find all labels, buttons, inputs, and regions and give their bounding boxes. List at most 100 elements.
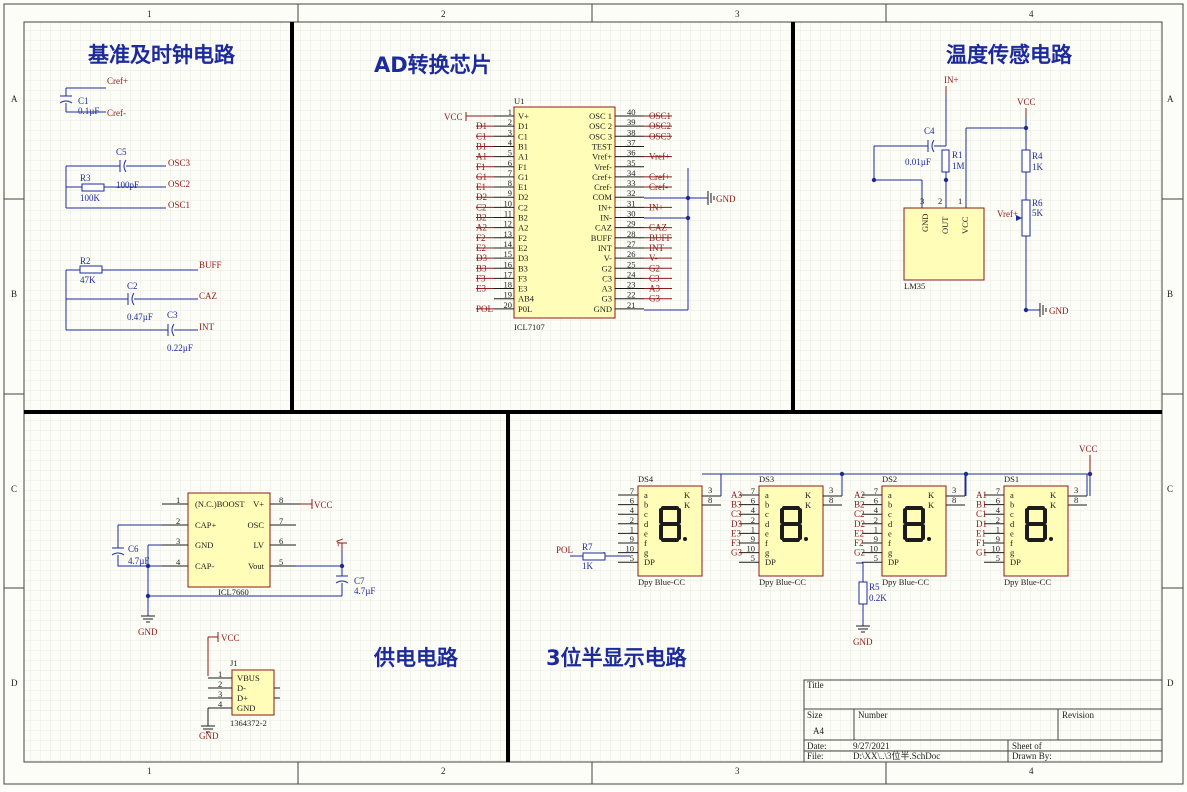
display-k-num: 8 [952, 495, 956, 505]
display-k: K [928, 490, 935, 500]
r1-designator: R1 [952, 150, 963, 160]
icl7660-pin-num: 3 [176, 536, 180, 546]
display-seg-name: a [1010, 490, 1014, 500]
display-net-label: B2 [854, 500, 865, 510]
display-pin-num: 6 [630, 496, 634, 506]
c7-value: 4.7µF [354, 586, 375, 596]
tb-file-value: D:\XX\..\3位半.SchDoc [853, 750, 940, 761]
display-seg-name: f [765, 538, 768, 548]
display-k-num: 3 [1074, 485, 1078, 495]
j1-pin-num: 2 [218, 679, 222, 689]
display-net-label: C3 [731, 509, 742, 519]
zone-row-left: A [11, 94, 18, 104]
tb-number-label: Number [858, 710, 888, 720]
tb-title-label: Title [807, 680, 824, 690]
u1-pin-name: E1 [518, 182, 527, 192]
title-adc: AD转换芯片 [374, 53, 492, 77]
j1-pin-num: 1 [218, 669, 222, 679]
display-net-label: E1 [976, 528, 986, 538]
display-seg-name: e [1010, 528, 1014, 538]
u1-pin-name: COM [593, 192, 613, 202]
display-seg-name: e [644, 528, 648, 538]
u1-pin-num: 34 [627, 168, 636, 178]
u1-pin-name: Cref+ [592, 172, 612, 182]
u1-right-pins: 40 OSC 1 OSC1 39 OSC 2 OSC2 38 OSC 3 OSC3 37 TEST 3… [589, 107, 672, 314]
display-k: K [1050, 500, 1057, 510]
u1-pin-name: CAZ [595, 223, 612, 233]
u1-pin-num: 14 [504, 239, 513, 249]
net-vcc-temp: VCC [1017, 97, 1036, 107]
display-pin-num: 1 [996, 524, 1000, 534]
zone-row-right: C [1167, 484, 1173, 494]
u1-net-label: E1 [476, 182, 486, 192]
u1-pin-num: 9 [508, 188, 512, 198]
display-net-label: G3 [731, 548, 742, 558]
title-temp: 温度传感电路 [946, 43, 1073, 67]
c3-designator: C3 [167, 310, 178, 320]
display-net-label: A3 [731, 490, 742, 500]
display-net-label: B1 [976, 500, 987, 510]
u1-pin-num: 13 [504, 229, 513, 239]
schematic-canvas: 11223344A AB BC CD D 基准及时钟电路 AD转换芯片 温度传感电路 供… [0, 0, 1187, 788]
display-k: K [805, 500, 812, 510]
icl7660-pin-num: 1 [176, 495, 180, 505]
display-pin-num: 5 [751, 553, 755, 563]
display-seg-name: e [765, 528, 769, 538]
lm35-pin-vcc: VCC [960, 216, 970, 234]
lm35-label: LM35 [904, 281, 925, 291]
u1-net-label: D1 [476, 121, 487, 131]
u1-pin-name: D1 [518, 121, 528, 131]
u1-pin-num: 10 [504, 198, 513, 208]
u1-pin-num: 15 [504, 249, 513, 259]
j1-pin-name: VBUS [237, 673, 260, 683]
display-net-label: F1 [976, 538, 986, 548]
j1-pin-name: D- [237, 683, 246, 693]
u1-net-label: CAZ [649, 223, 667, 233]
display-k: K [684, 500, 691, 510]
zone-col-bottom: 4 [1029, 766, 1034, 776]
u1-pin-name: G2 [602, 263, 612, 273]
display-pin-num: 2 [751, 515, 755, 525]
u1-pin-name: A3 [602, 284, 612, 294]
j1-pin-name: GND [237, 703, 255, 713]
u1-net-label: D2 [476, 192, 487, 202]
c5-value: 100pF [116, 180, 139, 190]
r7-value: 1K [582, 561, 594, 571]
u1-pin-name: F3 [518, 273, 527, 283]
display-k-num: 8 [829, 495, 833, 505]
u1-net-label: C1 [476, 131, 487, 141]
u1-pin-num: 35 [627, 158, 636, 168]
j1-gnd-net: GND [199, 731, 219, 741]
display-k-num: 8 [1074, 495, 1078, 505]
u1-pin-num: 24 [627, 269, 636, 279]
r6-value: 5K [1032, 208, 1044, 218]
c6-designator: C6 [128, 544, 139, 554]
lm35-pin-out: OUT [940, 216, 950, 234]
u1-net-label: B1 [476, 141, 487, 151]
display-seg-name: a [888, 490, 892, 500]
title-ref-clock: 基准及时钟电路 [88, 43, 236, 67]
u1-net-label: OSC2 [649, 121, 671, 131]
display-seg-name: c [1010, 509, 1014, 519]
r1-body [941, 149, 950, 173]
display-pin-num: 1 [751, 524, 755, 534]
display-seg-name: c [765, 509, 769, 519]
u1-pin-name: Vref+ [592, 152, 612, 162]
u1-pin-name: V+ [518, 111, 529, 121]
display-pin-num: 1 [874, 524, 878, 534]
u1-net-label: A3 [649, 284, 660, 294]
display-seg-name: c [888, 509, 892, 519]
display-net-label: A2 [854, 490, 865, 500]
display-seg-name: DP [1010, 557, 1021, 567]
r5-value: 0.2K [869, 593, 887, 603]
net-osc3: OSC3 [168, 158, 191, 168]
tb-file-label: File: [807, 751, 824, 761]
display-pin-num: 2 [874, 515, 878, 525]
u1-net-label: BUFF [649, 233, 672, 243]
u1-net-label: B3 [476, 263, 487, 273]
zone-col-top: 2 [441, 9, 446, 19]
u1-pin-num: 3 [508, 127, 512, 137]
display-seg-name: f [888, 538, 891, 548]
lm35-pin3-num: 3 [920, 196, 924, 206]
display-net-label: G1 [976, 548, 987, 558]
